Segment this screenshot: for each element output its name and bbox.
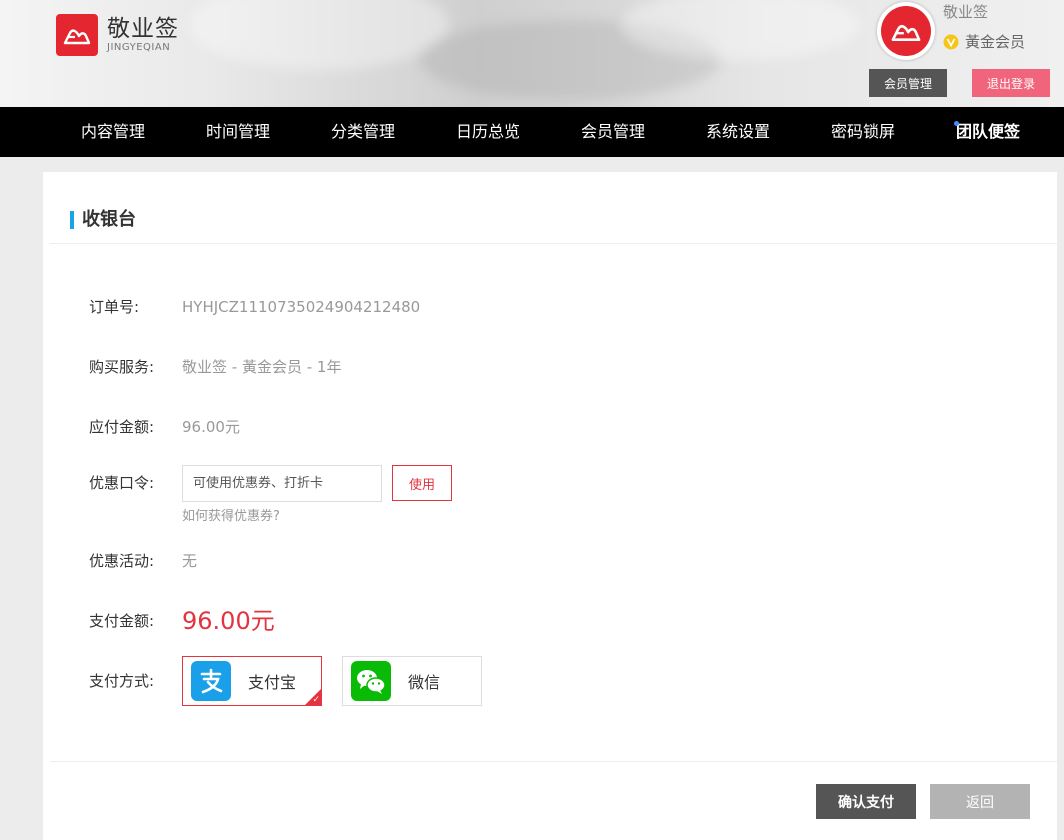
brand-name: 敬业签 (107, 16, 179, 42)
brand-logo[interactable]: 敬业签 JINGYEQIAN (56, 14, 179, 56)
service-value: 敬业签 - 黃金会员 - 1年 (182, 358, 342, 376)
promo-value: 无 (182, 552, 198, 570)
service-label: 购买服务: (89, 358, 155, 376)
alipay-label: 支付宝 (248, 673, 297, 692)
header: 敬业签 JINGYEQIAN 敬业签 黃金会员 会员管理 退出登录 (0, 0, 1064, 107)
coupon-input[interactable] (182, 465, 382, 502)
user-level: 黃金会员 (943, 31, 1025, 52)
coupon-label: 优惠口令: (89, 474, 155, 492)
nav-item-content[interactable]: 内容管理 (81, 107, 145, 157)
logo-icon (56, 14, 98, 56)
user-name: 敬业签 (943, 3, 989, 21)
promo-label: 优惠活动: (89, 552, 155, 570)
active-dot-icon (953, 121, 959, 126)
pay-option-wechat[interactable]: 微信 (342, 656, 482, 706)
nav-item-team-label: 团队便签 (955, 122, 1021, 141)
pay-amount-label: 支付金额: (89, 612, 155, 630)
nav-item-time[interactable]: 时间管理 (206, 107, 270, 157)
divider (50, 243, 1057, 244)
user-level-label: 黃金会员 (965, 33, 1026, 51)
nav-item-settings[interactable]: 系统设置 (706, 107, 770, 157)
check-icon: ✓ (312, 695, 320, 705)
checkout-card: 收银台 订单号: HYHJCZ1110735024904212480 购买服务:… (43, 172, 1057, 840)
brand-name-en: JINGYEQIAN (107, 42, 171, 53)
nav-item-team[interactable]: 团队便签 (953, 107, 1021, 157)
use-coupon-button[interactable]: 使用 (392, 465, 452, 501)
back-button[interactable]: 返回 (930, 784, 1030, 819)
nav-item-lock[interactable]: 密码锁屏 (831, 107, 895, 157)
member-manage-button[interactable]: 会员管理 (869, 69, 947, 97)
pay-method-label: 支付方式: (89, 672, 155, 690)
payable-value: 96.00元 (182, 418, 240, 436)
title-accent-bar (70, 211, 74, 229)
header-cloud (190, 0, 450, 70)
alipay-icon (191, 661, 231, 701)
coupon-help-link[interactable]: 如何获得优惠券? (182, 508, 280, 526)
avatar-logo-icon (881, 6, 931, 56)
nav-item-category[interactable]: 分类管理 (331, 107, 395, 157)
payable-label: 应付金额: (89, 418, 155, 436)
order-no-value: HYHJCZ1110735024904212480 (182, 298, 421, 316)
pay-option-alipay[interactable]: 支付宝 ✓ (182, 656, 322, 706)
avatar[interactable] (877, 2, 935, 60)
main-nav: 内容管理 时间管理 分类管理 日历总览 会员管理 系统设置 密码锁屏 团队便签 (0, 107, 1064, 157)
logout-button[interactable]: 退出登录 (972, 69, 1050, 97)
nav-item-member[interactable]: 会员管理 (581, 107, 645, 157)
wechat-label: 微信 (408, 673, 441, 692)
wechat-icon (351, 661, 391, 701)
order-no-label: 订单号: (89, 298, 140, 316)
vip-badge-icon (943, 34, 959, 49)
divider (50, 761, 1057, 762)
nav-item-calendar[interactable]: 日历总览 (456, 107, 520, 157)
page-title: 收银台 (82, 209, 136, 230)
pay-amount-value: 96.00元 (182, 607, 275, 635)
confirm-pay-button[interactable]: 确认支付 (816, 784, 916, 819)
